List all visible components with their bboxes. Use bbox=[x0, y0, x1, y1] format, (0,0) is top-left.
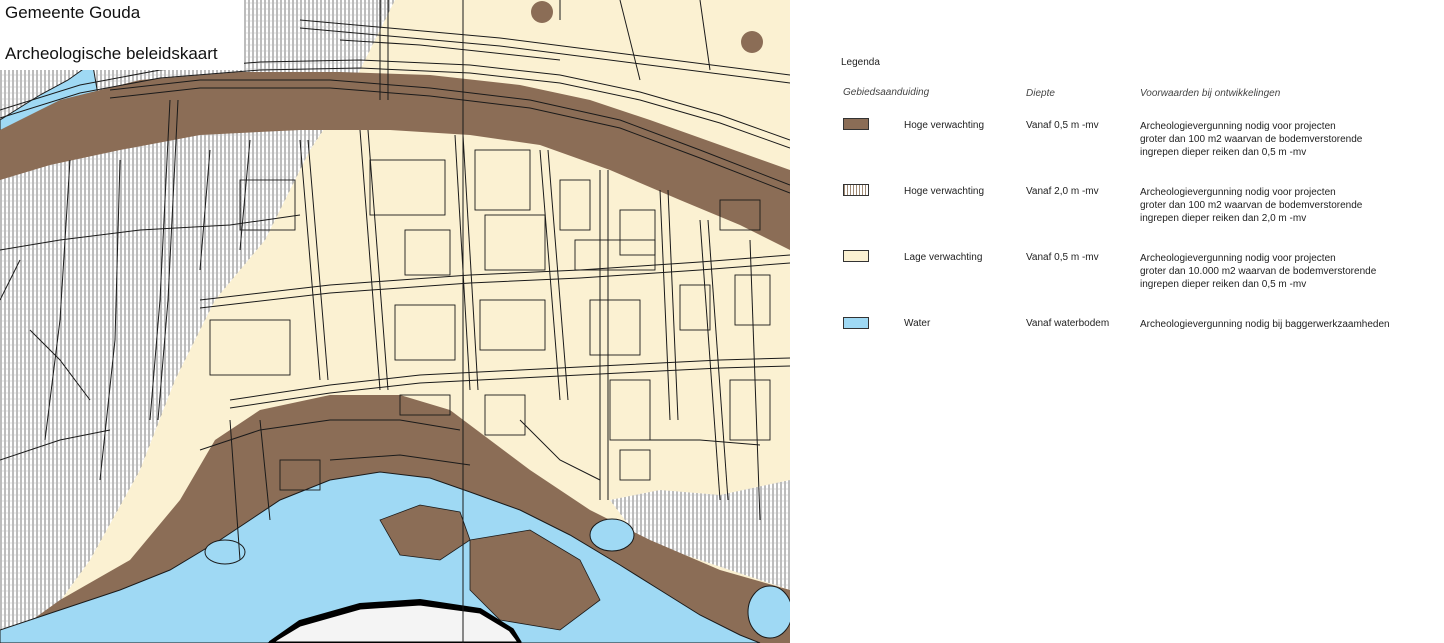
municipality-name: Gemeente Gouda bbox=[5, 3, 141, 22]
legend-row-1-depth: Vanaf 0,5 m -mv bbox=[1026, 120, 1099, 131]
legend-row-2-conditions: Archeologievergunning nodig voor project… bbox=[1140, 186, 1362, 226]
legend-header-area: Gebiedsaanduiding bbox=[843, 87, 930, 98]
legend-row-1-conditions-line-3: ingrepen dieper reiken dan 0,5 m -mv bbox=[1140, 147, 1307, 159]
legend-panel: Legenda Gebiedsaanduiding Diepte Voorwaa… bbox=[790, 0, 1444, 643]
legend-row-2-conditions-line-1: Archeologievergunning nodig voor project… bbox=[1140, 187, 1336, 198]
legend-row-1-label: Hoge verwachting bbox=[904, 120, 985, 131]
legend-row-2-conditions-line-2: groter dan 100 m2 waarvan de bodemversto… bbox=[1140, 200, 1363, 212]
legend-swatch-lage bbox=[843, 250, 869, 262]
legend-row-3-conditions-line-1: Archeologievergunning nodig voor project… bbox=[1140, 253, 1336, 264]
legend-row-4-depth: Vanaf waterbodem bbox=[1026, 318, 1110, 329]
legend-row-3-conditions: Archeologievergunning nodig voor project… bbox=[1140, 252, 1376, 292]
map-canvas bbox=[0, 0, 790, 643]
legend-row-4-conditions-line-1: Archeologievergunning nodig bij baggerwe… bbox=[1140, 319, 1390, 330]
legend-title: Legenda bbox=[841, 57, 880, 68]
legend-row-3-conditions-line-2: groter dan 10.000 m2 waarvan de bodemver… bbox=[1140, 266, 1377, 278]
legend-row-2-label: Hoge verwachting bbox=[904, 186, 985, 197]
legend-header-depth: Diepte bbox=[1026, 88, 1055, 99]
legend-swatch-hoge-hatch bbox=[843, 184, 869, 196]
legend-row-3-label: Lage verwachting bbox=[904, 252, 983, 263]
marker-circle-1 bbox=[531, 1, 553, 23]
legend-row-3-conditions-line-3: ingrepen dieper reiken dan 0,5 m -mv bbox=[1140, 279, 1307, 291]
legend-row-3-depth: Vanaf 0,5 m -mv bbox=[1026, 252, 1099, 263]
legend-row-2-depth: Vanaf 2,0 m -mv bbox=[1026, 186, 1099, 197]
legend-row-2-conditions-line-3: ingrepen dieper reiken dan 2,0 m -mv bbox=[1140, 213, 1307, 225]
legend-swatch-water bbox=[843, 317, 869, 329]
legend-swatch-hoge bbox=[843, 118, 869, 130]
water-pond-2 bbox=[589, 518, 635, 552]
policy-map[interactable]: Gemeente Gouda Archeologische beleidskaa… bbox=[0, 0, 790, 643]
water-pond-3 bbox=[747, 585, 790, 639]
legend-header-conditions: Voorwaarden bij ontwikkelingen bbox=[1140, 88, 1281, 99]
map-title: Archeologische beleidskaart bbox=[5, 44, 218, 63]
legend-row-1-conditions-line-2: groter dan 100 m2 waarvan de bodemversto… bbox=[1140, 134, 1363, 146]
legend-row-4-label: Water bbox=[904, 318, 931, 329]
marker-circle-2 bbox=[741, 31, 763, 53]
legend-row-1-conditions-line-1: Archeologievergunning nodig voor project… bbox=[1140, 121, 1336, 132]
legend-row-4-conditions: Archeologievergunning nodig bij baggerwe… bbox=[1140, 318, 1390, 331]
map-title-box: Gemeente Gouda Archeologische beleidskaa… bbox=[0, 0, 244, 70]
legend-row-1-conditions: Archeologievergunning nodig voor project… bbox=[1140, 120, 1362, 160]
